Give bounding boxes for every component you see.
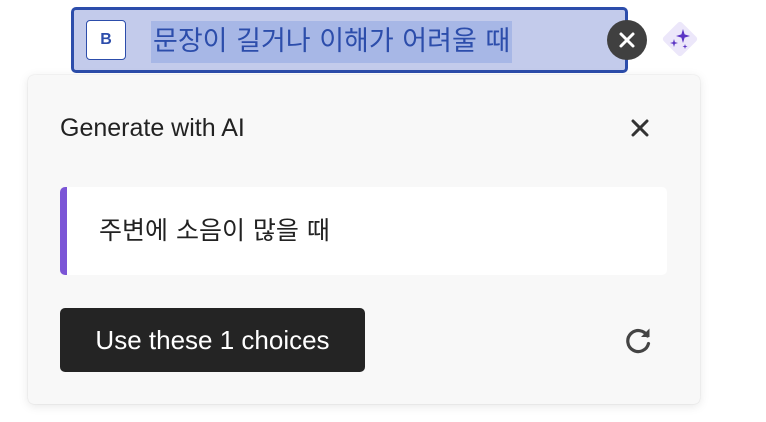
close-icon[interactable] <box>624 112 656 144</box>
close-circle-icon[interactable] <box>607 20 647 60</box>
option-text[interactable]: 문장이 길거나 이해가 어려울 때 <box>151 21 513 63</box>
panel-title: Generate with AI <box>60 114 245 142</box>
generated-choice-card[interactable]: 주변에 소음이 많을 때 <box>60 187 667 275</box>
use-choices-button[interactable]: Use these 1 choices <box>60 308 365 372</box>
answer-option-b[interactable]: B 문장이 길거나 이해가 어려울 때 <box>71 7 628 73</box>
refresh-icon[interactable] <box>620 322 656 358</box>
generated-choice-text: 주변에 소음이 많을 때 <box>99 216 330 245</box>
sparkle-icon[interactable] <box>657 16 703 62</box>
option-letter-badge: B <box>86 20 126 60</box>
generate-with-ai-panel: Generate with AI 주변에 소음이 많을 때 Use these … <box>28 75 700 404</box>
